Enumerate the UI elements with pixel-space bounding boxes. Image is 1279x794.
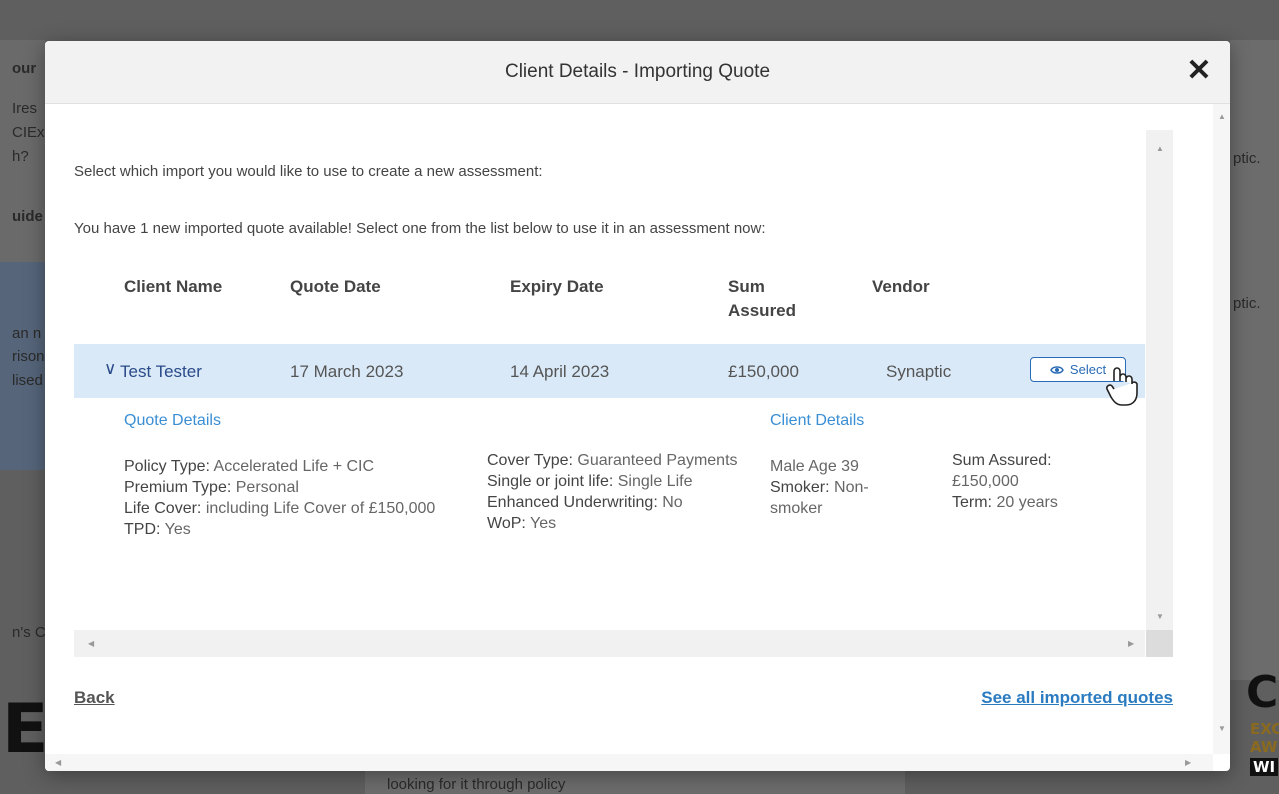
quote-details-col2: Cover Type: Guaranteed Payments Single o… <box>487 450 757 534</box>
background-text: h? <box>12 148 29 165</box>
background-text: CIEx <box>12 124 45 141</box>
modal-vertical-scrollbar[interactable]: ▲ ▼ <box>1213 104 1230 754</box>
quote-details-col1: Policy Type: Accelerated Life + CIC Prem… <box>124 456 444 540</box>
background-text: ptic. <box>1233 150 1261 167</box>
column-header-client-name: Client Name <box>124 277 223 296</box>
quote-row[interactable]: ∨ Test Tester 17 March 2023 14 April 202… <box>74 344 1145 398</box>
quote-details-title: Quote Details <box>124 412 221 429</box>
row-vendor: Synaptic <box>886 362 952 381</box>
eye-icon <box>1050 365 1064 374</box>
background-text: our <box>12 60 37 77</box>
client-details-col1: Male Age 39 Smoker: Non-smoker <box>770 456 910 519</box>
background-text: Ires <box>12 100 38 117</box>
import-list-content: Select which import you would like to us… <box>74 130 1145 630</box>
client-details-title: Client Details <box>770 412 865 429</box>
background-text: looking for it through policy <box>387 776 566 793</box>
see-all-imported-quotes-link[interactable]: See all imported quotes <box>981 688 1173 708</box>
background-panel-right <box>1230 40 1279 680</box>
background-award-text: CO <box>1246 667 1279 718</box>
scroll-up-icon[interactable]: ▲ <box>1218 112 1226 121</box>
select-button-label: Select <box>1069 362 1107 377</box>
scroll-left-icon[interactable]: ◀ <box>55 758 61 767</box>
background-award-text: AW <box>1250 738 1278 756</box>
premium-type: Premium Type: Personal <box>124 479 299 496</box>
background-award-text: WI <box>1250 758 1279 776</box>
client-details-col2: Sum Assured: £150,000 Term: 20 years <box>952 450 1102 513</box>
policy-type: Policy Type: Accelerated Life + CIC <box>124 458 375 475</box>
background-text: n's C <box>12 624 46 641</box>
background-text: ptic. <box>1233 295 1261 312</box>
close-icon[interactable]: ✕ <box>1186 56 1212 86</box>
client-smoker: Smoker: Non-smoker <box>770 479 869 517</box>
row-client-name: Test Tester <box>120 362 202 381</box>
back-link[interactable]: Back <box>74 688 115 708</box>
inner-vertical-scrollbar[interactable]: ▲ ▼ <box>1146 130 1173 630</box>
client-term: Term: 20 years <box>952 494 1058 511</box>
cover-type: Cover Type: Guaranteed Payments <box>487 452 738 469</box>
scroll-down-icon[interactable]: ▼ <box>1218 724 1226 733</box>
scroll-left-icon[interactable]: ◀ <box>88 639 94 648</box>
import-quote-modal: Client Details - Importing Quote ✕ Selec… <box>45 41 1230 771</box>
column-header-expiry-date: Expiry Date <box>510 277 604 296</box>
client-gender-age: Male Age 39 <box>770 458 859 475</box>
chevron-down-icon[interactable]: ∨ <box>104 359 116 379</box>
row-expiry-date: 14 April 2023 <box>510 362 610 381</box>
life-cover: Life Cover: including Life Cover of £150… <box>124 500 436 517</box>
import-list-scroll-area[interactable]: Select which import you would like to us… <box>74 130 1173 657</box>
background-text: lised <box>12 372 43 389</box>
tpd: TPD: Yes <box>124 521 191 538</box>
client-sum-assured: Sum Assured: £150,000 <box>952 452 1052 490</box>
background-award-text: EXC <box>1250 720 1279 738</box>
single-or-joint-life: Single or joint life: Single Life <box>487 473 693 490</box>
available-quotes-text: You have 1 new imported quote available!… <box>74 220 766 237</box>
inner-horizontal-scrollbar[interactable]: ◀ ▶ <box>74 630 1145 657</box>
modal-horizontal-scrollbar[interactable]: ◀ ▶ <box>45 754 1213 771</box>
column-header-quote-date: Quote Date <box>290 277 381 296</box>
scroll-down-icon[interactable]: ▼ <box>1156 612 1164 621</box>
background-text: rison <box>12 348 45 365</box>
scroll-right-icon[interactable]: ▶ <box>1128 639 1134 648</box>
row-quote-date: 17 March 2023 <box>290 362 404 381</box>
modal-header: Client Details - Importing Quote ✕ <box>45 41 1230 104</box>
background-text: an n <box>12 325 42 342</box>
scrollbar-corner <box>1146 630 1173 657</box>
column-header-sum-assured: Sum Assured <box>728 277 797 320</box>
modal-title: Client Details - Importing Quote <box>504 61 771 82</box>
enhanced-underwriting: Enhanced Underwriting: No <box>487 494 683 511</box>
background-text: uide <box>12 208 43 225</box>
wop: WoP: Yes <box>487 515 557 532</box>
background-panel-highlight <box>0 262 45 470</box>
row-sum-assured: £150,000 <box>728 362 799 381</box>
scroll-right-icon[interactable]: ▶ <box>1185 758 1191 767</box>
hand-cursor-icon <box>1106 367 1138 406</box>
scroll-up-icon[interactable]: ▲ <box>1156 144 1164 153</box>
column-header-vendor: Vendor <box>872 277 930 296</box>
intro-text: Select which import you would like to us… <box>74 163 543 180</box>
